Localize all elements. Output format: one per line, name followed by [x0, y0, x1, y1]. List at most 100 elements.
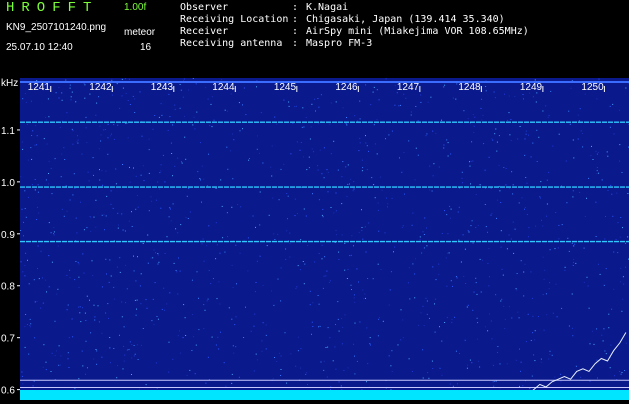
spectrogram-background [20, 78, 629, 400]
noise-speck [212, 337, 213, 338]
noise-speck [207, 185, 208, 186]
noise-speck [581, 130, 582, 131]
noise-speck [227, 236, 228, 237]
noise-speck [209, 125, 210, 126]
noise-speck [582, 133, 583, 134]
noise-speck [375, 143, 376, 144]
noise-speck [194, 128, 195, 129]
noise-speck [450, 384, 451, 385]
noise-speck [78, 277, 79, 278]
noise-speck [345, 166, 346, 167]
noise-speck [159, 117, 160, 118]
noise-speck [22, 383, 23, 384]
noise-speck [511, 140, 512, 141]
noise-speck [74, 188, 75, 189]
noise-speck [22, 142, 23, 143]
noise-speck [525, 264, 526, 265]
noise-speck [354, 189, 355, 190]
noise-speck [520, 126, 521, 127]
noise-speck [408, 282, 409, 283]
noise-speck [457, 383, 458, 384]
noise-speck [529, 388, 530, 389]
noise-speck [564, 270, 565, 271]
noise-speck [300, 368, 301, 369]
noise-speck [205, 383, 206, 384]
noise-speck [554, 377, 555, 378]
noise-speck [261, 112, 262, 113]
noise-speck [549, 354, 550, 355]
x-tick-label: 1246 [335, 82, 358, 93]
noise-speck [379, 317, 380, 318]
noise-speck [77, 135, 78, 136]
noise-speck [313, 151, 314, 152]
noise-speck [111, 276, 112, 277]
noise-speck [34, 337, 35, 338]
noise-speck [54, 234, 55, 235]
noise-speck [350, 179, 351, 180]
noise-speck [124, 326, 125, 327]
noise-speck [35, 179, 36, 180]
noise-speck [135, 300, 136, 301]
noise-speck [324, 256, 325, 257]
noise-speck [295, 199, 296, 200]
noise-speck [573, 190, 574, 191]
noise-speck [319, 304, 320, 305]
noise-speck [619, 144, 620, 145]
noise-speck [451, 280, 452, 281]
noise-speck [220, 179, 221, 180]
noise-speck [481, 99, 482, 100]
noise-speck [163, 155, 164, 156]
noise-speck [227, 169, 228, 170]
noise-speck [526, 131, 527, 132]
noise-speck [107, 303, 108, 304]
noise-speck [125, 231, 126, 232]
noise-speck [320, 326, 321, 327]
noise-speck [123, 230, 124, 231]
noise-speck [389, 355, 390, 356]
noise-speck [74, 388, 75, 389]
noise-speck [344, 270, 345, 271]
noise-speck [336, 230, 337, 231]
noise-speck [402, 319, 403, 320]
noise-speck [606, 353, 607, 354]
noise-speck [289, 106, 290, 107]
noise-speck [446, 257, 447, 258]
noise-speck [112, 95, 113, 96]
noise-speck [462, 182, 463, 183]
noise-speck [528, 227, 529, 228]
noise-speck [440, 368, 441, 369]
noise-speck [256, 282, 257, 283]
noise-speck [131, 344, 132, 345]
noise-speck [336, 210, 337, 211]
noise-speck [298, 350, 299, 351]
noise-speck [354, 356, 355, 357]
noise-speck [53, 227, 54, 228]
noise-speck [379, 99, 380, 100]
noise-speck [383, 321, 384, 322]
noise-speck [25, 347, 26, 348]
noise-speck [459, 353, 460, 354]
noise-speck [86, 227, 87, 228]
noise-speck [452, 286, 453, 287]
noise-speck [99, 321, 100, 322]
noise-speck [338, 319, 339, 320]
noise-speck [420, 95, 421, 96]
noise-speck [318, 107, 319, 108]
noise-speck [569, 326, 570, 327]
noise-speck [320, 150, 321, 151]
noise-speck [212, 126, 213, 127]
noise-speck [625, 88, 626, 89]
noise-speck [111, 204, 112, 205]
noise-speck [46, 179, 47, 180]
noise-speck [328, 327, 329, 328]
noise-speck [365, 135, 366, 136]
noise-speck [117, 267, 118, 268]
noise-speck [98, 305, 99, 306]
noise-speck [64, 216, 65, 217]
noise-speck [160, 208, 161, 209]
noise-speck [204, 261, 205, 262]
noise-speck [274, 239, 275, 240]
noise-speck [491, 138, 492, 139]
noise-speck [105, 259, 106, 260]
noise-speck [596, 328, 597, 329]
